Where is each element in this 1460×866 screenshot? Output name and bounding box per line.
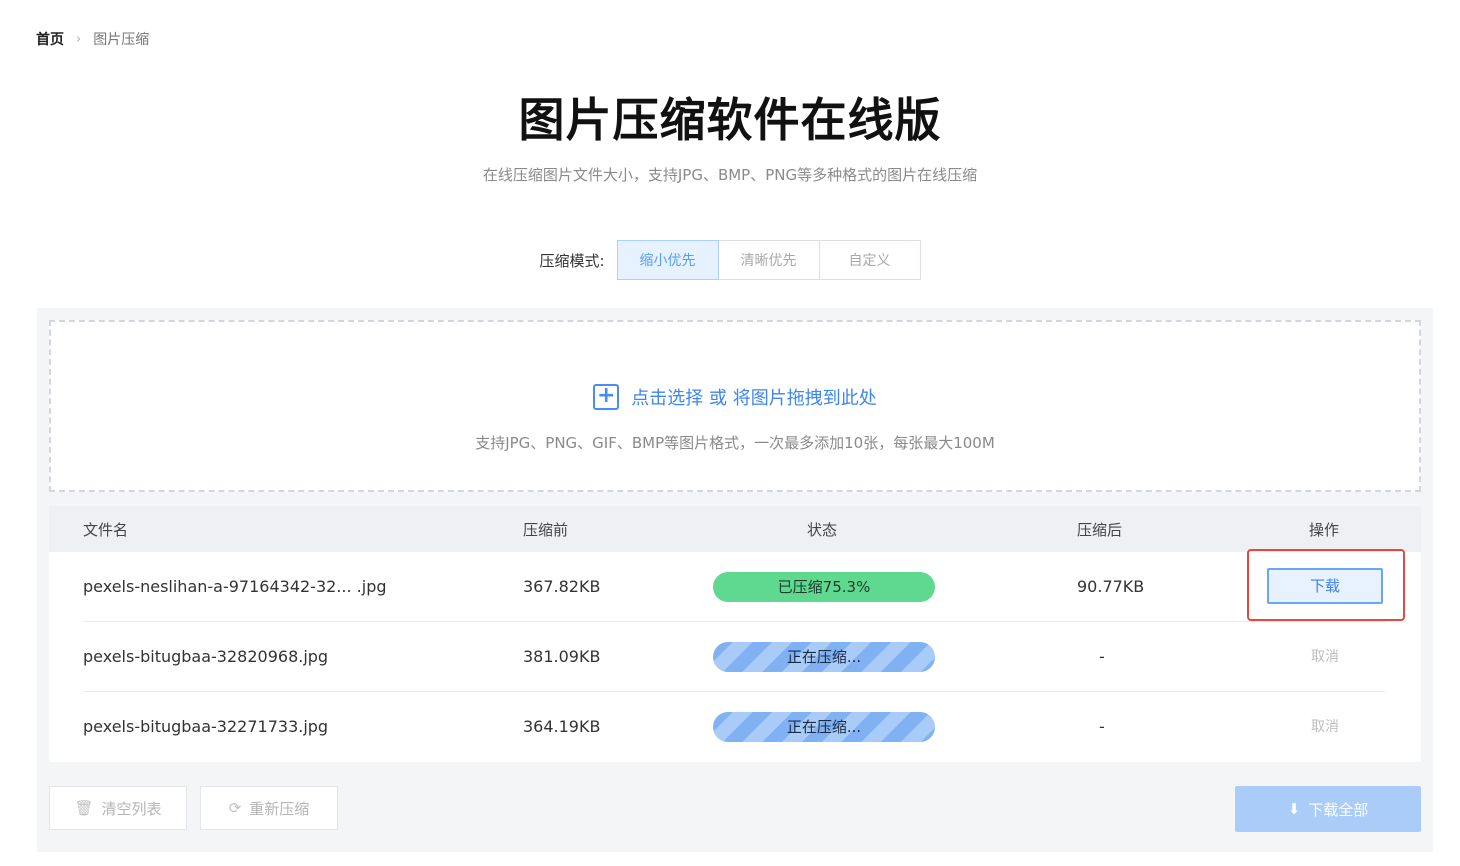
upload-action-text: 点击选择 或 将图片拖拽到此处	[631, 388, 877, 409]
breadcrumb: 首页 › 图片压缩	[36, 29, 149, 49]
clear-list-button[interactable]: 🗑 清空列表	[49, 786, 187, 830]
mode-option-smaller[interactable]: 缩小优先	[616, 240, 719, 280]
breadcrumb-home[interactable]: 首页	[36, 29, 64, 49]
compress-mode-label: 压缩模式:	[539, 251, 605, 270]
download-button[interactable]: 下载	[1267, 568, 1383, 604]
column-header-status: 状态	[807, 521, 838, 539]
table-row: pexels-bitugbaa-32820968.jpg 381.09KB 正在…	[49, 622, 1421, 692]
page-subtitle: 在线压缩图片文件大小，支持JPG、BMP、PNG等多种格式的图片在线压缩	[482, 166, 978, 184]
size-after: 90.77KB	[1077, 577, 1145, 596]
cancel-button[interactable]: 取消	[1311, 692, 1339, 762]
table-header: 文件名 压缩前 状态 压缩后 操作	[49, 506, 1421, 552]
file-name: pexels-neslihan-a-97164342-32... .jpg	[83, 577, 387, 596]
table-row: pexels-bitugbaa-32271733.jpg 364.19KB 正在…	[49, 692, 1421, 762]
status-badge: 正在压缩...	[713, 642, 935, 672]
recompress-button[interactable]: ⟳ 重新压缩	[200, 786, 338, 830]
compress-panel: + 点击选择 或 将图片拖拽到此处 支持JPG、PNG、GIF、BMP等图片格式…	[37, 308, 1433, 852]
size-before: 367.82KB	[523, 577, 601, 596]
page-title: 图片压缩软件在线版	[518, 93, 942, 147]
download-all-button[interactable]: ⬇ 下载全部	[1235, 786, 1421, 832]
size-before: 364.19KB	[523, 717, 601, 736]
clear-list-label: 清空列表	[101, 799, 162, 818]
breadcrumb-chevron-icon: ›	[76, 31, 82, 47]
status-badge: 正在压缩...	[713, 712, 935, 742]
compress-mode-row: 压缩模式: 缩小优先 清晰优先 自定义	[0, 240, 1460, 280]
refresh-icon: ⟳	[228, 799, 242, 817]
size-before: 381.09KB	[523, 647, 601, 666]
download-icon: ⬇	[1287, 800, 1301, 818]
breadcrumb-current: 图片压缩	[93, 32, 150, 48]
file-name: pexels-bitugbaa-32820968.jpg	[83, 647, 329, 666]
column-header-action: 操作	[1309, 521, 1340, 539]
mode-option-custom[interactable]: 自定义	[818, 240, 921, 280]
upload-action[interactable]: + 点击选择 或 将图片拖拽到此处	[51, 384, 1419, 410]
file-table: 文件名 压缩前 状态 压缩后 操作 pexels-neslihan-a-9716…	[49, 506, 1421, 762]
recompress-label: 重新压缩	[249, 799, 310, 818]
status-badge: 已压缩75.3%	[713, 572, 935, 602]
size-after: -	[1099, 647, 1105, 666]
plus-icon: +	[593, 384, 620, 410]
size-after: -	[1099, 717, 1105, 736]
upload-dropzone[interactable]: + 点击选择 或 将图片拖拽到此处 支持JPG、PNG、GIF、BMP等图片格式…	[49, 320, 1421, 492]
column-header-after: 压缩后	[1077, 521, 1123, 539]
column-header-name: 文件名	[83, 521, 129, 539]
upload-hint: 支持JPG、PNG、GIF、BMP等图片格式，一次最多添加10张，每张最大100…	[475, 434, 995, 452]
trash-icon: 🗑	[74, 799, 94, 817]
cancel-button[interactable]: 取消	[1311, 622, 1339, 692]
compress-mode-options: 缩小优先 清晰优先 自定义	[616, 240, 921, 280]
column-header-before: 压缩前	[523, 521, 569, 539]
download-all-label: 下载全部	[1308, 800, 1369, 819]
mode-option-clearer[interactable]: 清晰优先	[717, 240, 820, 280]
file-name: pexels-bitugbaa-32271733.jpg	[83, 717, 329, 736]
table-row: pexels-neslihan-a-97164342-32... .jpg 36…	[49, 549, 1421, 622]
